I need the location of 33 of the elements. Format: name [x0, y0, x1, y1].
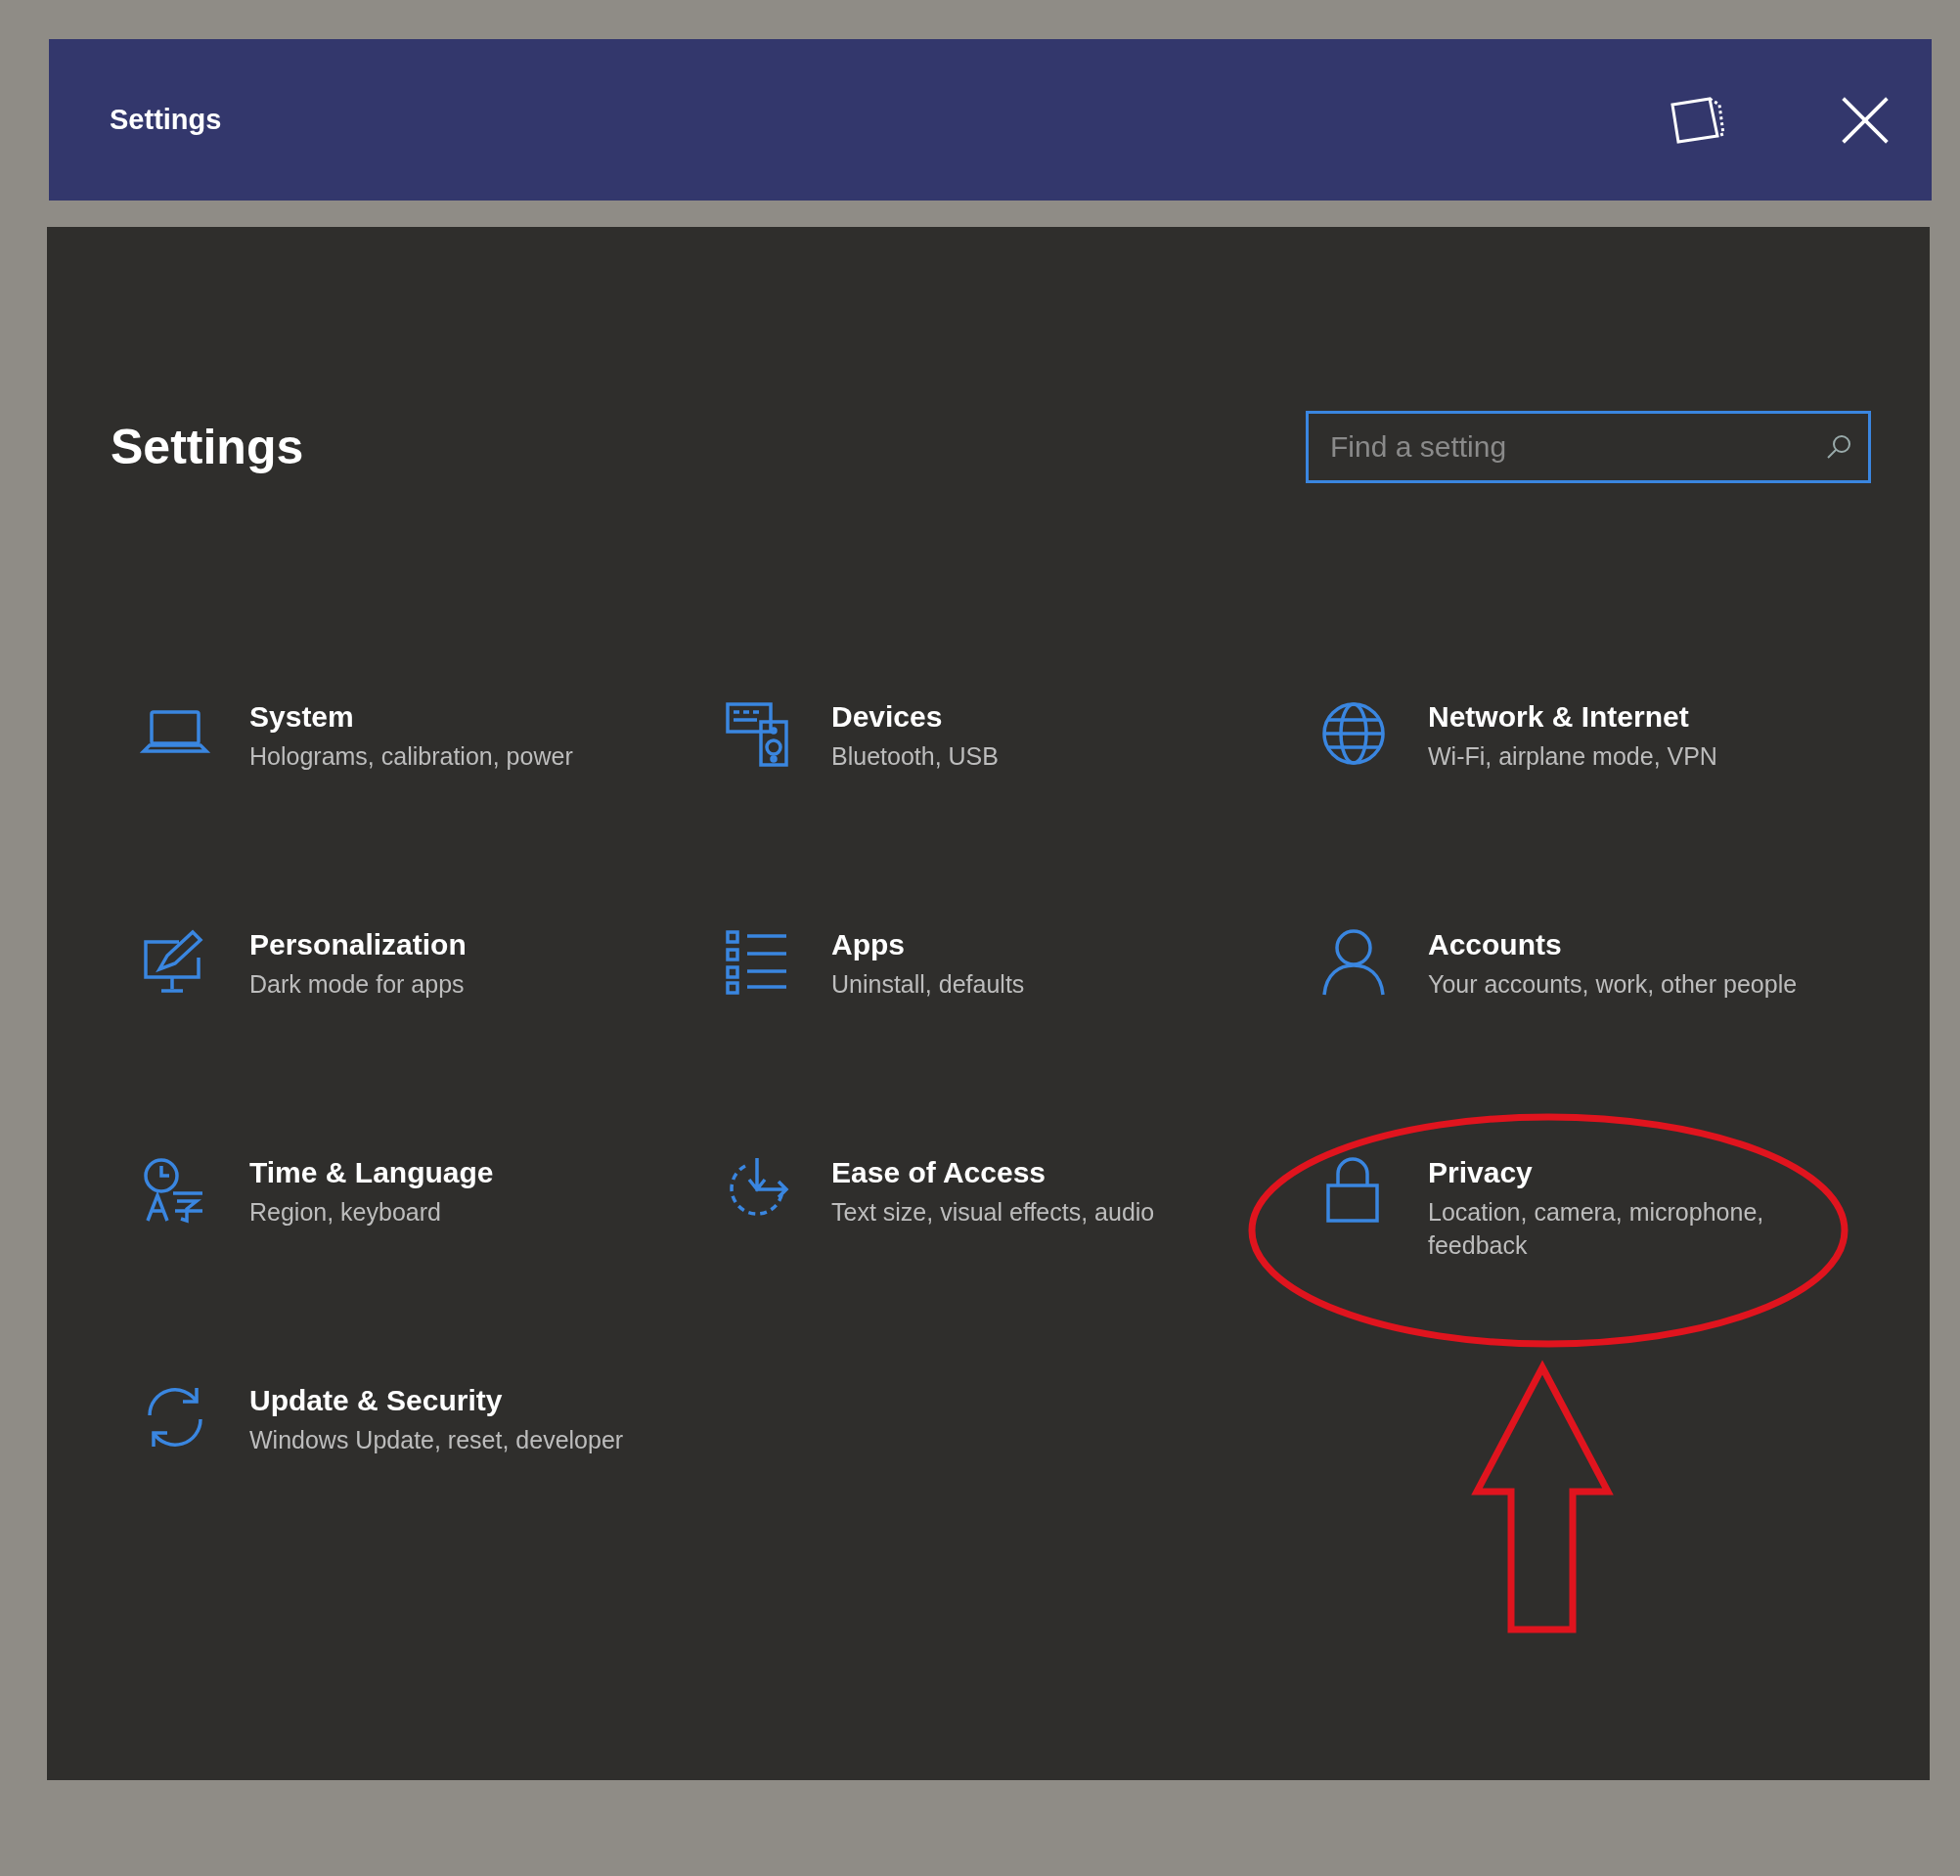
- category-description: Dark mode for apps: [249, 969, 466, 1000]
- settings-category[interactable]: Apps Uninstall, defaults: [722, 926, 1318, 1154]
- category-title: Update & Security: [249, 1384, 504, 1417]
- category-description: Holograms, calibration, power: [249, 741, 573, 772]
- settings-category[interactable]: Network & Internet Wi-Fi, airplane mode, VPN: [1318, 698, 1866, 926]
- category-description: Location, camera, microphone, feedback: [1428, 1197, 1765, 1261]
- window-title: Settings: [110, 104, 222, 136]
- category-description: Text size, visual effects, audio: [831, 1197, 1155, 1228]
- category-description: Bluetooth, USB: [831, 741, 999, 772]
- category-description: Your accounts, work, other people: [1428, 969, 1798, 1000]
- settings-category[interactable]: Update & Security Windows Update, reset, developer: [140, 1382, 722, 1610]
- settings-category[interactable]: Ease of Access Text size, visual effects, audio: [722, 1154, 1318, 1382]
- settings-category[interactable]: Personalization Dark mode for apps: [140, 926, 722, 1154]
- settings-category[interactable]: System Holograms, calibration, power: [140, 698, 722, 926]
- page-heading: Settings: [111, 419, 304, 475]
- category-title: Ease of Access: [831, 1156, 1047, 1189]
- settings-category[interactable]: Time & Language Region, keyboard: [140, 1154, 722, 1382]
- category-description: Windows Update, reset, developer: [249, 1425, 624, 1455]
- settings-category[interactable]: Privacy Location, camera, microphone, feedback: [1318, 1154, 1866, 1382]
- category-title: Privacy: [1428, 1156, 1534, 1189]
- settings-category[interactable]: Devices Bluetooth, USB: [722, 698, 1318, 926]
- category-description: Wi-Fi, airplane mode, VPN: [1428, 741, 1717, 772]
- category-title: Accounts: [1428, 928, 1563, 961]
- category-title: System: [249, 700, 355, 734]
- category-description: Uninstall, defaults: [831, 969, 1025, 1000]
- category-title: Devices: [831, 700, 944, 734]
- settings-category[interactable]: Accounts Your accounts, work, other people: [1318, 926, 1866, 1154]
- category-title: Apps: [831, 928, 906, 961]
- category-title: Personalization: [249, 928, 467, 961]
- search-field[interactable]: Find a setting: [1306, 411, 1871, 483]
- category-title: Network & Internet: [1428, 700, 1690, 734]
- category-description: Region, keyboard: [249, 1197, 442, 1228]
- category-title: Time & Language: [249, 1156, 494, 1189]
